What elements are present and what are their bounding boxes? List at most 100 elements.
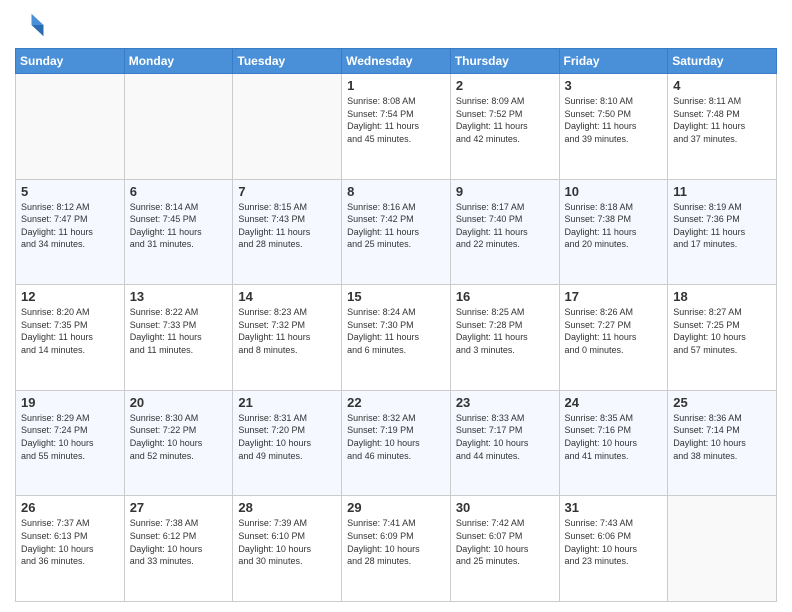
calendar-cell: 28Sunrise: 7:39 AM Sunset: 6:10 PM Dayli… bbox=[233, 496, 342, 602]
calendar-cell: 15 Sunrise: 8:24 AM Sunset: 7:30 PM Dayli… bbox=[342, 285, 451, 391]
calendar-cell: 26 Sunrise: 7:37 AM Sunset: 6:13 PM Dayli… bbox=[16, 496, 125, 602]
calendar-cell: 27Sunrise: 7:38 AM Sunset: 6:12 PM Dayli… bbox=[124, 496, 233, 602]
day-info: Sunrise: 8:14 AM Sunset: 7:45 PM Dayligh… bbox=[130, 201, 228, 251]
calendar-week-row: 12 Sunrise: 8:20 AM Sunset: 7:35 PM Dayli… bbox=[16, 285, 777, 391]
calendar-cell bbox=[668, 496, 777, 602]
day-number: 19 bbox=[21, 395, 119, 410]
day-number: 3 bbox=[565, 78, 663, 93]
calendar-cell: 4 Sunrise: 8:11 AM Sunset: 7:48 PM Daylig… bbox=[668, 74, 777, 180]
day-info: Sunrise: 8:15 AM Sunset: 7:43 PM Dayligh… bbox=[238, 201, 336, 251]
day-number: 12 bbox=[21, 289, 119, 304]
calendar-cell: 18 Sunrise: 8:27 AM Sunset: 7:25 PM Dayli… bbox=[668, 285, 777, 391]
header bbox=[15, 10, 777, 40]
weekday-header-saturday: Saturday bbox=[668, 49, 777, 74]
day-number: 21 bbox=[238, 395, 336, 410]
calendar-week-row: 19 Sunrise: 8:29 AM Sunset: 7:24 PM Dayli… bbox=[16, 390, 777, 496]
calendar-cell bbox=[16, 74, 125, 180]
weekday-header-monday: Monday bbox=[124, 49, 233, 74]
day-info: Sunrise: 8:11 AM Sunset: 7:48 PM Dayligh… bbox=[673, 95, 771, 145]
day-number: 25 bbox=[673, 395, 771, 410]
calendar-cell: 8Sunrise: 8:16 AM Sunset: 7:42 PM Daylig… bbox=[342, 179, 451, 285]
calendar-cell: 11Sunrise: 8:19 AM Sunset: 7:36 PM Dayli… bbox=[668, 179, 777, 285]
calendar-week-row: 5 Sunrise: 8:12 AM Sunset: 7:47 PM Daylig… bbox=[16, 179, 777, 285]
calendar-cell: 16 Sunrise: 8:25 AM Sunset: 7:28 PM Dayli… bbox=[450, 285, 559, 391]
day-number: 28 bbox=[238, 500, 336, 515]
day-number: 18 bbox=[673, 289, 771, 304]
page: SundayMondayTuesdayWednesdayThursdayFrid… bbox=[0, 0, 792, 612]
day-info: Sunrise: 8:17 AM Sunset: 7:40 PM Dayligh… bbox=[456, 201, 554, 251]
logo bbox=[15, 10, 49, 40]
day-info: Sunrise: 8:08 AM Sunset: 7:54 PM Dayligh… bbox=[347, 95, 445, 145]
day-number: 16 bbox=[456, 289, 554, 304]
day-info: Sunrise: 8:09 AM Sunset: 7:52 PM Dayligh… bbox=[456, 95, 554, 145]
day-number: 27 bbox=[130, 500, 228, 515]
day-info: Sunrise: 7:41 AM Sunset: 6:09 PM Dayligh… bbox=[347, 517, 445, 567]
day-number: 22 bbox=[347, 395, 445, 410]
calendar-cell: 7 Sunrise: 8:15 AM Sunset: 7:43 PM Daylig… bbox=[233, 179, 342, 285]
day-number: 6 bbox=[130, 184, 228, 199]
day-number: 4 bbox=[673, 78, 771, 93]
day-info: Sunrise: 8:25 AM Sunset: 7:28 PM Dayligh… bbox=[456, 306, 554, 356]
calendar-cell: 25 Sunrise: 8:36 AM Sunset: 7:14 PM Dayli… bbox=[668, 390, 777, 496]
calendar-cell: 3 Sunrise: 8:10 AM Sunset: 7:50 PM Daylig… bbox=[559, 74, 668, 180]
day-number: 24 bbox=[565, 395, 663, 410]
day-number: 26 bbox=[21, 500, 119, 515]
calendar-cell: 9 Sunrise: 8:17 AM Sunset: 7:40 PM Daylig… bbox=[450, 179, 559, 285]
calendar-cell: 13 Sunrise: 8:22 AM Sunset: 7:33 PM Dayli… bbox=[124, 285, 233, 391]
calendar-cell: 23Sunrise: 8:33 AM Sunset: 7:17 PM Dayli… bbox=[450, 390, 559, 496]
day-info: Sunrise: 8:20 AM Sunset: 7:35 PM Dayligh… bbox=[21, 306, 119, 356]
day-info: Sunrise: 8:30 AM Sunset: 7:22 PM Dayligh… bbox=[130, 412, 228, 462]
day-number: 20 bbox=[130, 395, 228, 410]
day-info: Sunrise: 8:29 AM Sunset: 7:24 PM Dayligh… bbox=[21, 412, 119, 462]
weekday-header-tuesday: Tuesday bbox=[233, 49, 342, 74]
day-number: 15 bbox=[347, 289, 445, 304]
day-info: Sunrise: 7:42 AM Sunset: 6:07 PM Dayligh… bbox=[456, 517, 554, 567]
day-info: Sunrise: 8:24 AM Sunset: 7:30 PM Dayligh… bbox=[347, 306, 445, 356]
day-number: 11 bbox=[673, 184, 771, 199]
day-number: 29 bbox=[347, 500, 445, 515]
day-info: Sunrise: 8:22 AM Sunset: 7:33 PM Dayligh… bbox=[130, 306, 228, 356]
day-info: Sunrise: 8:31 AM Sunset: 7:20 PM Dayligh… bbox=[238, 412, 336, 462]
calendar-cell: 2 Sunrise: 8:09 AM Sunset: 7:52 PM Daylig… bbox=[450, 74, 559, 180]
calendar-cell bbox=[124, 74, 233, 180]
day-number: 2 bbox=[456, 78, 554, 93]
calendar-cell: 12 Sunrise: 8:20 AM Sunset: 7:35 PM Dayli… bbox=[16, 285, 125, 391]
day-number: 14 bbox=[238, 289, 336, 304]
day-info: Sunrise: 8:36 AM Sunset: 7:14 PM Dayligh… bbox=[673, 412, 771, 462]
day-info: Sunrise: 8:32 AM Sunset: 7:19 PM Dayligh… bbox=[347, 412, 445, 462]
day-number: 31 bbox=[565, 500, 663, 515]
logo-icon bbox=[15, 10, 45, 40]
calendar-cell: 6 Sunrise: 8:14 AM Sunset: 7:45 PM Daylig… bbox=[124, 179, 233, 285]
day-info: Sunrise: 8:27 AM Sunset: 7:25 PM Dayligh… bbox=[673, 306, 771, 356]
day-info: Sunrise: 8:26 AM Sunset: 7:27 PM Dayligh… bbox=[565, 306, 663, 356]
weekday-header-thursday: Thursday bbox=[450, 49, 559, 74]
day-info: Sunrise: 7:37 AM Sunset: 6:13 PM Dayligh… bbox=[21, 517, 119, 567]
calendar-cell: 24Sunrise: 8:35 AM Sunset: 7:16 PM Dayli… bbox=[559, 390, 668, 496]
day-info: Sunrise: 8:12 AM Sunset: 7:47 PM Dayligh… bbox=[21, 201, 119, 251]
calendar-cell: 30 Sunrise: 7:42 AM Sunset: 6:07 PM Dayli… bbox=[450, 496, 559, 602]
calendar-cell: 10Sunrise: 8:18 AM Sunset: 7:38 PM Dayli… bbox=[559, 179, 668, 285]
calendar-cell: 17 Sunrise: 8:26 AM Sunset: 7:27 PM Dayli… bbox=[559, 285, 668, 391]
day-number: 9 bbox=[456, 184, 554, 199]
day-number: 23 bbox=[456, 395, 554, 410]
calendar-week-row: 26 Sunrise: 7:37 AM Sunset: 6:13 PM Dayli… bbox=[16, 496, 777, 602]
day-number: 5 bbox=[21, 184, 119, 199]
day-number: 17 bbox=[565, 289, 663, 304]
calendar-table: SundayMondayTuesdayWednesdayThursdayFrid… bbox=[15, 48, 777, 602]
calendar-cell: 14 Sunrise: 8:23 AM Sunset: 7:32 PM Dayli… bbox=[233, 285, 342, 391]
day-info: Sunrise: 8:18 AM Sunset: 7:38 PM Dayligh… bbox=[565, 201, 663, 251]
calendar-cell: 20 Sunrise: 8:30 AM Sunset: 7:22 PM Dayli… bbox=[124, 390, 233, 496]
day-info: Sunrise: 8:23 AM Sunset: 7:32 PM Dayligh… bbox=[238, 306, 336, 356]
calendar-cell: 19 Sunrise: 8:29 AM Sunset: 7:24 PM Dayli… bbox=[16, 390, 125, 496]
day-number: 13 bbox=[130, 289, 228, 304]
day-info: Sunrise: 8:10 AM Sunset: 7:50 PM Dayligh… bbox=[565, 95, 663, 145]
weekday-header-wednesday: Wednesday bbox=[342, 49, 451, 74]
calendar-week-row: 1 Sunrise: 8:08 AM Sunset: 7:54 PM Daylig… bbox=[16, 74, 777, 180]
day-number: 7 bbox=[238, 184, 336, 199]
day-number: 1 bbox=[347, 78, 445, 93]
weekday-header-row: SundayMondayTuesdayWednesdayThursdayFrid… bbox=[16, 49, 777, 74]
day-number: 30 bbox=[456, 500, 554, 515]
weekday-header-friday: Friday bbox=[559, 49, 668, 74]
calendar-cell bbox=[233, 74, 342, 180]
day-info: Sunrise: 7:43 AM Sunset: 6:06 PM Dayligh… bbox=[565, 517, 663, 567]
